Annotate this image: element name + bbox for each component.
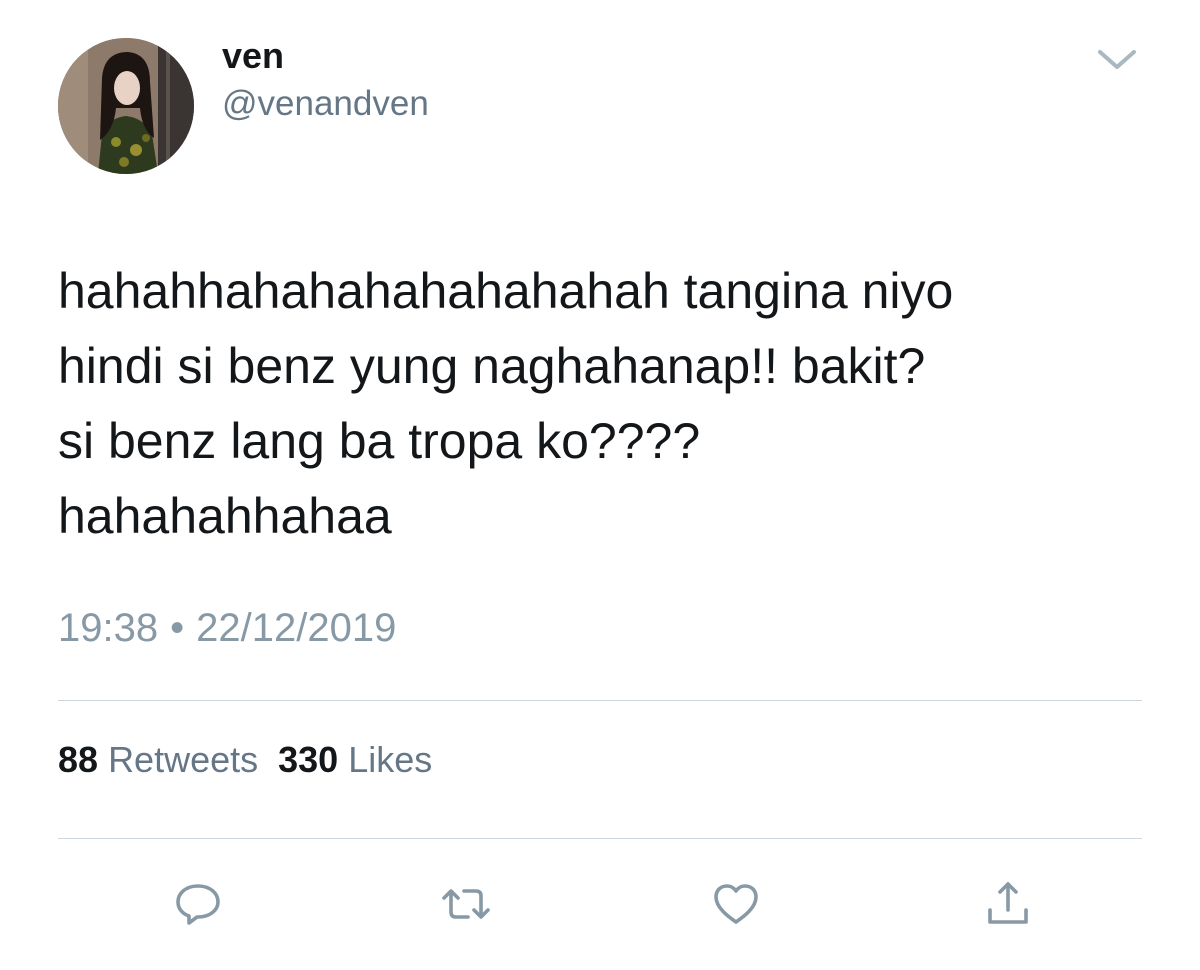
avatar[interactable] xyxy=(58,38,194,174)
divider-top xyxy=(58,700,1142,701)
share-icon xyxy=(988,882,1028,924)
likes-label: Likes xyxy=(348,739,433,780)
retweets-label: Retweets xyxy=(108,739,259,780)
retweets-count: 88 xyxy=(58,739,99,780)
display-name[interactable]: ven xyxy=(222,34,284,78)
chevron-down-icon[interactable] xyxy=(1094,40,1140,76)
tweet-time: 19:38 xyxy=(58,606,159,650)
tweet-timestamp[interactable]: 19:38 • 22/12/2019 xyxy=(58,604,396,652)
timestamp-separator: • xyxy=(170,606,185,650)
likes-count: 330 xyxy=(278,739,339,780)
like-button[interactable] xyxy=(708,876,764,932)
tweet-date: 22/12/2019 xyxy=(196,606,397,650)
retweet-button[interactable] xyxy=(438,876,494,932)
reply-icon xyxy=(176,884,220,925)
divider-bottom xyxy=(58,838,1142,839)
retweets-stat[interactable]: 88 Retweets xyxy=(58,739,258,780)
retweet-icon xyxy=(442,889,490,919)
tweet-text: hahahhahahahahahahahah tangina niyo hind… xyxy=(58,263,954,544)
share-button[interactable] xyxy=(980,876,1036,932)
username-handle[interactable]: @venandven xyxy=(222,82,429,126)
avatar-photo xyxy=(58,38,194,174)
likes-stat[interactable]: 330 Likes xyxy=(278,739,432,780)
reply-button[interactable] xyxy=(170,876,226,932)
like-icon xyxy=(714,884,758,924)
engagement-stats: 88 Retweets 330 Likes xyxy=(58,738,432,782)
